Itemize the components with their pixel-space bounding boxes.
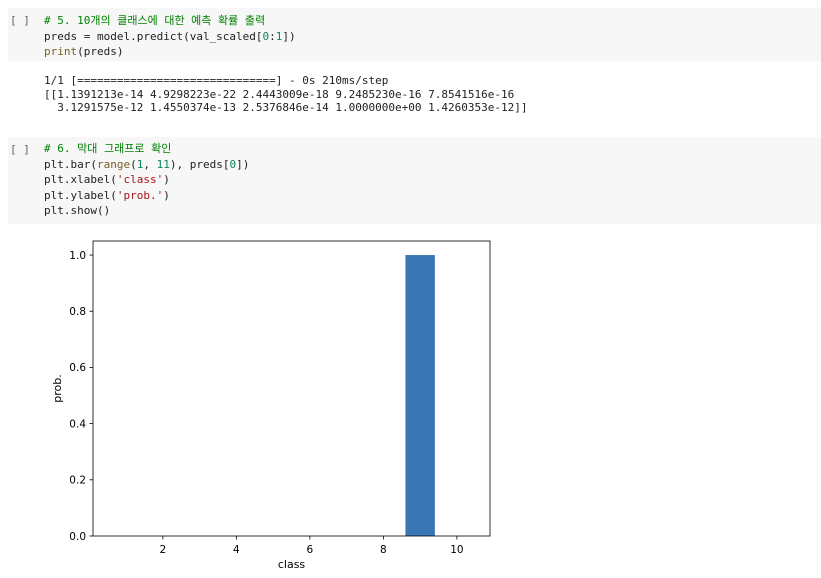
output-line: 3.1291575e-12 1.4550374e-13 2.5376846e-1… — [44, 101, 528, 114]
code-token: ]) — [236, 157, 250, 171]
code-token: # 6. 막대 그래프로 확인 — [44, 142, 172, 155]
code-token: 11 — [156, 157, 170, 171]
code-token: ]) — [282, 29, 296, 43]
run-cell-1-button[interactable]: [ ] — [10, 14, 30, 27]
code-token: # 5. 10개의 클래스에 대한 예측 확률 출력 — [44, 14, 266, 27]
code-line: plt.xlabel('class') — [44, 172, 249, 188]
y-tick-label: 0.2 — [69, 475, 86, 487]
code-token: range — [96, 157, 131, 171]
code-token: plt.bar( — [44, 157, 97, 171]
code-line: plt.show() — [44, 203, 249, 219]
code-token: 'class' — [116, 173, 164, 186]
code-token: plt.xlabel( — [44, 173, 117, 186]
code-line: preds = model.predict(val_scaled[0:1]) — [44, 29, 296, 45]
y-tick-label: 0.4 — [69, 418, 86, 430]
y-tick-label: 0.8 — [69, 306, 86, 318]
code-token: plt.ylabel( — [44, 188, 117, 202]
plot-frame — [92, 240, 491, 537]
y-axis-label: prob. — [51, 374, 64, 402]
output-line: 1/1 [==============================] - 0… — [44, 74, 389, 87]
code-line: # 6. 막대 그래프로 확인 — [44, 141, 249, 157]
code-token: (preds) — [77, 45, 124, 58]
x-axis-label: class — [278, 558, 306, 571]
code-line: print(preds) — [44, 44, 296, 60]
code-line: plt.bar(range(1, 11), preds[0]) — [44, 157, 249, 173]
x-tick-label: 4 — [233, 544, 240, 556]
bar-9 — [405, 255, 435, 537]
x-tick-label: 8 — [380, 544, 387, 556]
code-token: ( — [130, 157, 137, 171]
y-tick-label: 0.0 — [69, 531, 86, 543]
code-token: ) — [163, 173, 170, 186]
x-tick-label: 6 — [307, 544, 314, 556]
code-token: preds = model.predict(val_scaled[ — [44, 29, 263, 43]
code-token: ), preds[ — [169, 157, 230, 171]
code-token: , — [143, 157, 157, 171]
x-tick-label: 2 — [159, 544, 166, 556]
code-line: # 5. 10개의 클래스에 대한 예측 확률 출력 — [44, 13, 296, 29]
cell-1-output: 1/1 [==============================] - 0… — [44, 74, 527, 115]
output-line: [[1.1391213e-14 4.9298223e-22 2.4443009e… — [44, 87, 515, 101]
code-token: 'prob.' — [116, 188, 164, 202]
code-token: print — [44, 45, 78, 58]
y-tick-label: 0.6 — [69, 362, 86, 374]
code-editor-2[interactable]: # 6. 막대 그래프로 확인 plt.bar(range(1, 11), pre… — [44, 141, 249, 219]
y-tick-label: 1.0 — [69, 250, 86, 262]
run-cell-2-button[interactable]: [ ] — [10, 143, 30, 156]
x-tick-label: 10 — [450, 544, 463, 556]
code-token: : — [269, 29, 276, 43]
code-token: plt.show() — [44, 204, 111, 217]
code-line: plt.ylabel('prob.') — [44, 188, 249, 204]
code-token: ) — [163, 188, 170, 202]
code-editor-1[interactable]: # 5. 10개의 클래스에 대한 예측 확률 출력 preds = model.… — [44, 13, 296, 60]
